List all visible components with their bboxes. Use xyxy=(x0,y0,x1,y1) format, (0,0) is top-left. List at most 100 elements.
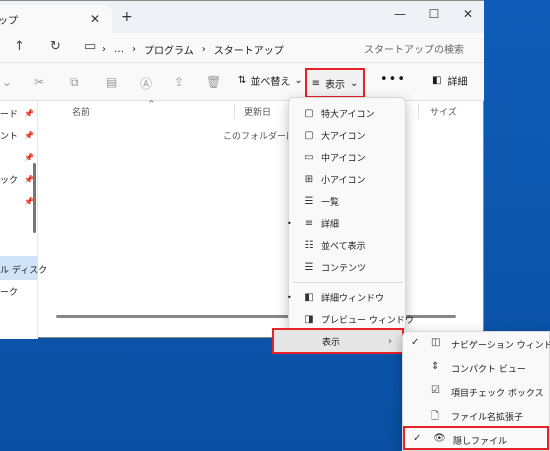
lines-icon: ≡ xyxy=(304,217,314,229)
submenu-item-label: ナビゲーション ウィンドウ xyxy=(451,341,550,351)
close-button[interactable]: ✕ xyxy=(456,7,480,21)
cut-icon[interactable]: ✂ xyxy=(34,75,44,89)
empty-folder-message: このフォルダーは xyxy=(223,132,296,142)
submenu-item-label: 隠しファイル xyxy=(453,437,508,447)
menu-item-preview-pane[interactable]: ◨ プレビュー ウィンドウ xyxy=(289,308,414,330)
sort-label: 並べ替え xyxy=(250,77,291,88)
view-button[interactable]: ≡ 表示 ⌄ xyxy=(305,68,365,98)
column-header-size[interactable]: サイズ xyxy=(430,105,457,118)
explorer-tab[interactable]: ップ ✕ xyxy=(0,5,112,33)
monitor-icon[interactable]: ▭ xyxy=(84,39,96,54)
minimize-button[interactable]: — xyxy=(388,7,412,21)
up-arrow-icon[interactable]: ↑ xyxy=(14,39,25,54)
submenu-item-file-extensions[interactable]: 🗋 ファイル名拡張子 xyxy=(403,404,550,428)
menu-item-label: 詳細 xyxy=(321,219,340,230)
menu-item-details[interactable]: • ≡ 詳細 xyxy=(287,212,405,234)
checkmark-icon: ✓ xyxy=(411,337,420,348)
menu-item-label: 表示 xyxy=(322,337,341,348)
monitor-icon: ▭ xyxy=(304,151,314,163)
file-list-pane: 名前 ^ 更新日 サイズ このフォルダーは xyxy=(38,99,484,339)
sort-icon: ⇅ xyxy=(238,75,247,86)
paste-icon[interactable]: ▤ xyxy=(106,75,117,89)
menu-item-label: 特大アイコン xyxy=(321,109,375,120)
details-pane-icon: ◧ xyxy=(432,75,442,86)
chevron-right-icon: › xyxy=(388,335,392,347)
menu-item-medium-icons[interactable]: ▭ 中アイコン xyxy=(289,146,405,168)
menu-item-label: コンテンツ xyxy=(321,263,367,274)
menu-item-label: 小アイコン xyxy=(321,175,366,186)
menu-divider xyxy=(293,282,403,283)
list-icon: ☰ xyxy=(304,195,314,207)
menu-item-tiles[interactable]: ☷ 並べて表示 xyxy=(289,234,405,256)
nav-item[interactable]: ック xyxy=(0,173,18,186)
refresh-icon[interactable]: ↻ xyxy=(50,39,61,54)
copy-icon[interactable]: ⧉ xyxy=(70,75,79,90)
menu-item-extra-large-icons[interactable]: ▢ 特大アイコン xyxy=(289,102,405,124)
column-separator xyxy=(234,103,235,119)
grid-icon: ⊞ xyxy=(304,173,314,185)
menu-item-small-icons[interactable]: ⊞ 小アイコン xyxy=(289,168,405,190)
nav-item[interactable]: ード xyxy=(0,107,18,120)
compact-icon: ⇕ xyxy=(431,361,440,372)
details-pane-icon: ◧ xyxy=(304,291,314,303)
menu-item-label: 詳細ウィンドウ xyxy=(321,293,385,304)
new-icon[interactable]: ⌄ xyxy=(2,75,12,89)
details-pane-button[interactable]: ◧ 詳細 xyxy=(432,73,467,88)
new-tab-button[interactable]: + xyxy=(121,9,133,25)
menu-item-label: 並べて表示 xyxy=(321,241,366,252)
content-icon: ☰ xyxy=(304,261,314,273)
submenu-item-label: 項目チェック ボックス xyxy=(451,389,544,399)
submenu-item-hidden-files[interactable]: ✓ 👁 隠しファイル xyxy=(403,426,549,450)
square-icon: ▢ xyxy=(304,129,314,141)
nav-scrollbar[interactable] xyxy=(33,163,36,233)
tiles-icon: ☷ xyxy=(304,239,314,251)
nav-pane-icon: ◫ xyxy=(431,337,441,348)
file-icon: 🗋 xyxy=(431,411,440,422)
sort-button[interactable]: ⇅ 並べ替え ⌄ xyxy=(238,73,303,88)
chevron-down-icon: ⌄ xyxy=(350,77,359,89)
column-header-modified[interactable]: 更新日 xyxy=(244,105,271,118)
submenu-item-checkboxes[interactable]: ☑ 項目チェック ボックス xyxy=(403,380,550,404)
more-options-button[interactable]: ••• xyxy=(380,72,406,87)
chevron-right-icon: › xyxy=(201,43,206,55)
column-separator xyxy=(418,103,419,119)
breadcrumb-overflow[interactable]: … xyxy=(114,44,124,55)
menu-item-label: プレビュー ウィンドウ xyxy=(321,315,414,326)
details-label: 詳細 xyxy=(447,77,468,88)
view-menu: ▢ 特大アイコン ▢ 大アイコン ▭ 中アイコン ⊞ 小アイコン ☰ 一覧 • … xyxy=(287,97,414,331)
menu-item-label: 中アイコン xyxy=(321,153,366,164)
submenu-item-navigation-pane[interactable]: ✓ ◫ ナビゲーション ウィンドウ xyxy=(403,332,550,356)
address-bar: ↑ ↻ ▭ › … › プログラム › スタートアップ スタートアップの検索 xyxy=(0,33,484,63)
command-bar: ⌄ ✂ ⧉ ▤ Ⓐ ⇪ 🗑 ⇅ 並べ替え ⌄ ≡ 表示 ⌄ ••• ◧ 詳細 xyxy=(0,63,484,101)
nav-item-network[interactable]: ーク xyxy=(0,285,18,298)
search-input[interactable]: スタートアップの検索 xyxy=(356,37,482,59)
maximize-button[interactable]: ☐ xyxy=(422,7,446,21)
chevron-right-icon: › xyxy=(132,43,136,55)
breadcrumb-programs[interactable]: プログラム xyxy=(144,42,194,57)
title-bar: ップ ✕ + — ☐ ✕ xyxy=(0,1,484,33)
pin-icon: 📌 xyxy=(24,131,34,140)
checkmark-icon: ✓ xyxy=(413,433,422,444)
menu-item-list[interactable]: ☰ 一覧 xyxy=(289,190,405,212)
menu-item-show-submenu[interactable]: 表示 › xyxy=(272,328,404,354)
selected-bullet-icon: • xyxy=(287,292,292,302)
tab-close-icon[interactable]: ✕ xyxy=(90,12,100,26)
nav-item[interactable]: ント xyxy=(0,129,18,142)
rename-icon[interactable]: Ⓐ xyxy=(140,75,152,92)
menu-item-label: 大アイコン xyxy=(321,131,366,142)
submenu-item-compact-view[interactable]: ⇕ コンパクト ビュー xyxy=(403,356,550,380)
checkbox-icon: ☑ xyxy=(431,385,440,396)
share-icon[interactable]: ⇪ xyxy=(174,75,184,89)
submenu-item-label: コンパクト ビュー xyxy=(451,365,526,375)
tab-title: ップ xyxy=(0,15,18,27)
menu-item-details-pane[interactable]: • ◧ 詳細ウィンドウ xyxy=(287,286,405,308)
breadcrumb-startup[interactable]: スタートアップ xyxy=(214,42,284,57)
sort-indicator-icon: ^ xyxy=(148,99,155,108)
menu-item-large-icons[interactable]: ▢ 大アイコン xyxy=(289,124,405,146)
column-header-name[interactable]: 名前 xyxy=(72,105,90,118)
delete-icon[interactable]: 🗑 xyxy=(206,75,221,89)
menu-item-content[interactable]: ☰ コンテンツ xyxy=(289,256,405,278)
eye-icon: 👁 xyxy=(433,433,446,444)
show-submenu: ✓ ◫ ナビゲーション ウィンドウ ⇕ コンパクト ビュー ☑ 項目チェック ボ… xyxy=(402,331,550,451)
chevron-down-icon: ⌄ xyxy=(294,75,303,86)
